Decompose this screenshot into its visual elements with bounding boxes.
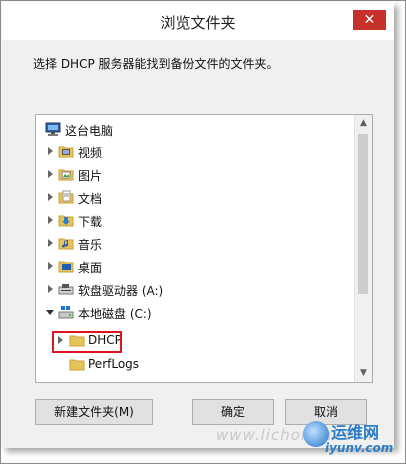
watermark-logo-cn: 运维网	[331, 423, 380, 442]
close-button[interactable]: ✕	[353, 10, 386, 30]
tree-item-videos[interactable]: 视频	[36, 141, 354, 163]
tree-item-floppy-drive[interactable]: 软盘驱动器 (A:)	[36, 279, 354, 301]
tree-item-this-pc[interactable]: 这台电脑	[36, 119, 354, 141]
computer-icon	[45, 122, 61, 136]
expand-arrow-icon[interactable]	[48, 239, 53, 247]
dialog-title: 浏览文件夹	[160, 14, 236, 32]
tree-item-label: 桌面	[78, 261, 103, 275]
instruction-text: 选择 DHCP 服务器能找到备份文件的文件夹。	[33, 57, 279, 71]
music-folder-icon	[58, 238, 74, 250]
video-folder-icon	[58, 146, 74, 158]
documents-folder-icon	[58, 190, 74, 204]
ok-button[interactable]: 确定	[192, 399, 274, 425]
tree-item-documents[interactable]: 文档	[36, 187, 354, 209]
tree-item-perflogs[interactable]: PerfLogs	[36, 354, 354, 376]
tree-item-label: 这台电脑	[65, 124, 114, 138]
scroll-down-arrow-icon[interactable]: ▼	[355, 365, 372, 382]
highlight-box	[52, 331, 122, 353]
scrollbar-thumb[interactable]	[358, 134, 368, 294]
downloads-folder-icon	[58, 215, 74, 227]
tree-item-label: 本地磁盘 (C:)	[78, 307, 152, 321]
watermark-logo-en: iyunv.com	[325, 441, 394, 455]
tree-item-desktop[interactable]: 桌面	[36, 256, 354, 278]
tree-item-label: PerfLogs	[88, 357, 140, 371]
local-disk-icon	[58, 306, 74, 319]
expand-arrow-icon[interactable]	[48, 262, 53, 270]
tree-item-label: 软盘驱动器 (A:)	[78, 284, 164, 298]
collapse-arrow-icon[interactable]	[46, 310, 54, 315]
tree-item-label: 文档	[78, 192, 103, 206]
vertical-scrollbar[interactable]: ▲ ▼	[354, 115, 372, 382]
tree-item-downloads[interactable]: 下载	[36, 210, 354, 232]
expand-arrow-icon[interactable]	[48, 285, 53, 293]
tree-item-local-disk-c[interactable]: 本地磁盘 (C:)	[36, 302, 354, 324]
scroll-up-arrow-icon[interactable]: ▲	[355, 115, 372, 132]
dialog-frame: 浏览文件夹 ✕ 选择 DHCP 服务器能找到备份文件的文件夹。 这台电脑 视频 …	[0, 0, 406, 464]
floppy-drive-icon	[58, 284, 74, 295]
expand-arrow-icon[interactable]	[48, 216, 53, 224]
tree-item-label: 图片	[78, 169, 103, 183]
tree-item-label: 下载	[78, 215, 103, 229]
expand-arrow-icon[interactable]	[48, 170, 53, 178]
tree-item-music[interactable]: 音乐	[36, 233, 354, 255]
expand-arrow-icon[interactable]	[48, 193, 53, 201]
expand-arrow-icon[interactable]	[48, 147, 53, 155]
tree-item-label: 视频	[78, 146, 103, 160]
tree-item-pictures[interactable]: 图片	[36, 164, 354, 186]
dialog-window: 浏览文件夹 ✕ 选择 DHCP 服务器能找到备份文件的文件夹。 这台电脑 视频 …	[2, 2, 394, 448]
pictures-folder-icon	[58, 169, 74, 181]
desktop-folder-icon	[58, 261, 74, 273]
title-bar: 浏览文件夹 ✕	[2, 2, 394, 40]
tree-item-label: 音乐	[78, 238, 103, 252]
folder-tree[interactable]: 这台电脑 视频 图片 文档 下载 音乐 桌面 软盘驱动器 (A:) 本地磁盘 (…	[35, 114, 373, 383]
new-folder-button[interactable]: 新建文件夹(M)	[35, 399, 153, 425]
folder-icon	[69, 359, 85, 371]
